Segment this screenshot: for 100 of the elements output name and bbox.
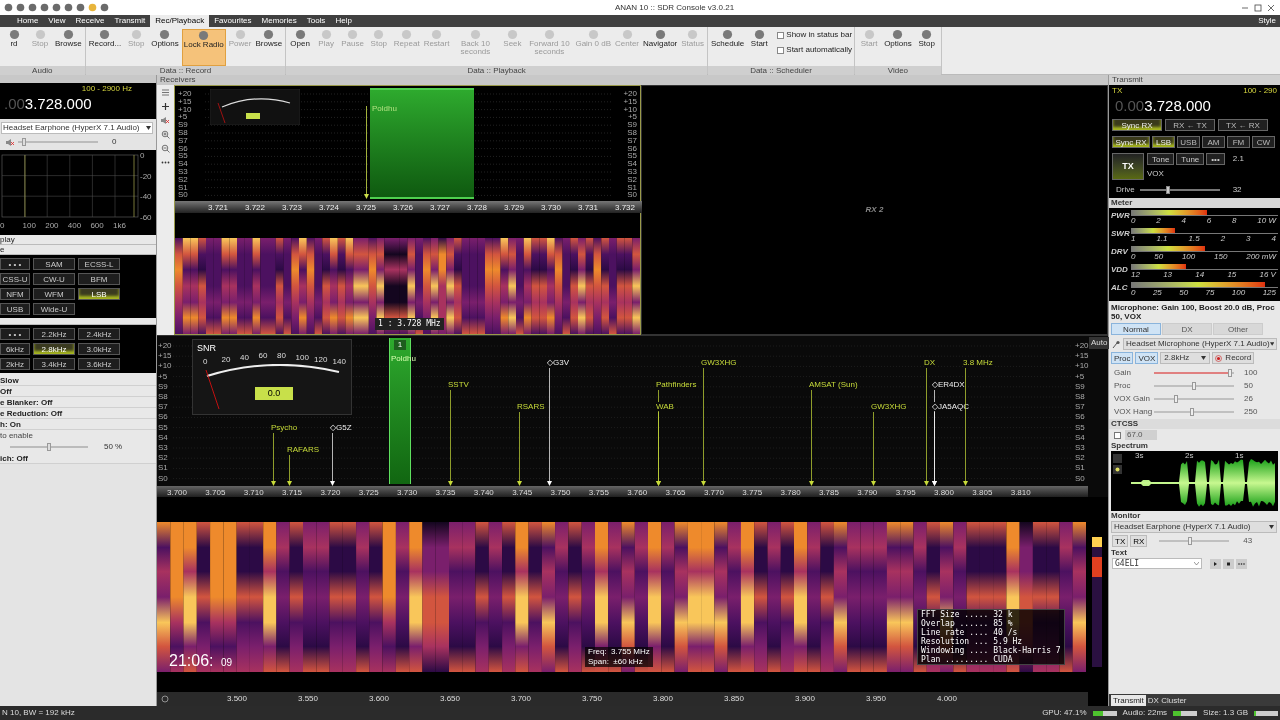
mode-button[interactable]: CW-U (33, 273, 75, 285)
station-label[interactable]: SSTV (448, 380, 469, 389)
tuning-marker-icon[interactable] (364, 106, 369, 201)
mode-button[interactable]: BFM (78, 273, 120, 285)
station-label[interactable]: ◇ER4DX (932, 380, 965, 389)
station-label[interactable]: 3.8 MHz (963, 358, 993, 367)
station-label[interactable]: DX (924, 358, 936, 367)
section-header[interactable]: play (0, 235, 156, 245)
ribbon-button[interactable]: Stop (914, 29, 939, 66)
station-label[interactable]: GW3XHG (701, 358, 737, 367)
menu-tab[interactable]: Transmit (109, 15, 151, 27)
ribbon-button[interactable]: Record... (87, 29, 123, 66)
menu-tab[interactable]: Rec/Playback (150, 15, 210, 27)
toggle-button[interactable]: LSB (1152, 136, 1175, 148)
toggle-button[interactable]: VOX (1135, 352, 1159, 364)
mode-button[interactable]: SAM (33, 258, 75, 270)
checkbox[interactable] (1114, 431, 1121, 439)
toggle-button[interactable]: FM (1227, 136, 1250, 148)
filter-button[interactable]: 2kHz (0, 358, 30, 370)
tone-button[interactable]: ••• (1206, 153, 1225, 165)
setting-row[interactable]: h: On (0, 419, 156, 430)
toggle-button[interactable]: CW (1252, 136, 1275, 148)
zoom-icon[interactable] (161, 695, 169, 703)
mic-tab[interactable]: Normal (1111, 323, 1161, 335)
tone-field[interactable]: 67.0 (1125, 430, 1157, 440)
filter-button[interactable]: 2.4kHz (78, 328, 120, 340)
ribbon-button[interactable]: rd (2, 29, 26, 66)
transmit-button[interactable]: TX (1112, 153, 1144, 180)
setting-row[interactable]: Slow (0, 375, 156, 386)
panel-tab[interactable]: Transmit (1111, 695, 1146, 706)
style-menu[interactable]: Style (1258, 15, 1280, 27)
setting-row[interactable]: ich: Off (0, 453, 156, 464)
mode-button[interactable]: USB (0, 303, 30, 315)
station-label[interactable]: Pathfinders (656, 380, 697, 389)
checkbox[interactable] (777, 31, 785, 39)
text-input-field[interactable]: G4ELI (1112, 558, 1202, 569)
mic-tab[interactable]: DX (1162, 323, 1212, 335)
menu-tab[interactable]: View (43, 15, 71, 27)
station-label[interactable]: AMSAT (Sun) (809, 380, 858, 389)
menu-tab[interactable]: Home (12, 15, 44, 27)
panel-tab[interactable]: DX Cluster (1145, 695, 1189, 706)
tone-button[interactable]: Tune (1176, 153, 1205, 165)
menu-tab[interactable]: Memories (256, 15, 302, 27)
mode-button[interactable]: CSS-U (0, 273, 30, 285)
filter-button[interactable]: 3.0kHz (78, 343, 120, 355)
station-label[interactable]: Psycho (271, 423, 298, 432)
ribbon-button[interactable]: Lock Radio (181, 29, 226, 66)
microphone-dropdown[interactable]: Headset Microphone (HyperX 7.1 Audio) (1123, 338, 1277, 350)
slider-thumb[interactable] (1192, 381, 1196, 390)
plus-icon[interactable] (161, 102, 170, 111)
speaker-muted-icon[interactable] (6, 138, 14, 146)
play-icon[interactable] (1210, 558, 1221, 569)
station-label[interactable]: RAFARS (287, 445, 319, 454)
zoom-out-icon[interactable] (161, 144, 170, 153)
microphone-icon[interactable] (1111, 339, 1121, 349)
setting-row[interactable]: Off (0, 386, 156, 397)
slider-thumb[interactable] (1227, 368, 1232, 377)
ribbon-button[interactable]: Browse (254, 29, 284, 66)
station-label[interactable]: GW3XHG (871, 402, 907, 411)
toggle-button[interactable]: USB (1177, 136, 1200, 148)
ribbon-button[interactable]: Navigator (642, 29, 679, 66)
filter-button[interactable]: 3.4kHz (33, 358, 75, 370)
ribbon-button[interactable]: Options (150, 29, 180, 66)
toggle-button[interactable]: AM (1202, 136, 1225, 148)
maximize-icon[interactable] (1253, 3, 1263, 12)
station-label[interactable]: ◇G3V (547, 358, 569, 367)
toggle-button[interactable]: Sync RX (1112, 136, 1150, 148)
audio-device-dropdown[interactable]: Headset Earphone (HyperX 7.1 Audio) (1, 122, 153, 134)
menu-tab[interactable]: Tools (301, 15, 331, 27)
close-icon[interactable] (1266, 3, 1276, 12)
menu-tab[interactable]: Receive (70, 15, 110, 27)
slider-track[interactable] (1154, 410, 1234, 413)
mode-button[interactable]: ECSS-L (78, 258, 120, 270)
slider-thumb[interactable] (1173, 394, 1178, 403)
station-label[interactable]: ◇G5Z (330, 423, 352, 432)
speaker-muted-icon[interactable] (161, 116, 170, 125)
filter-button[interactable]: 2.8kHz (33, 343, 75, 355)
slider-track[interactable] (1154, 397, 1234, 400)
filter-button[interactable]: 6kHz (0, 343, 30, 355)
menu-icon[interactable] (161, 88, 170, 97)
tone-button[interactable]: Tone (1147, 153, 1175, 165)
ribbon-button[interactable]: Open (288, 29, 313, 66)
slider-thumb[interactable] (1189, 407, 1194, 416)
filter-dropdown[interactable]: 2.8kHz (1160, 352, 1211, 364)
mic-tab[interactable]: Other (1213, 323, 1263, 335)
menu-tab[interactable]: Help (330, 15, 357, 27)
setting-row[interactable]: e Blanker: Off (0, 397, 156, 408)
toggle-button[interactable]: TX ← RX (1218, 119, 1268, 131)
mode-button[interactable]: Wide-U (33, 303, 75, 315)
section-header[interactable]: e (0, 245, 156, 255)
ribbon-button[interactable]: Start (747, 29, 772, 66)
filter-button[interactable]: 3.6kHz (78, 358, 120, 370)
slider-track[interactable] (1154, 384, 1234, 387)
monitor-button[interactable]: TX (1112, 535, 1129, 547)
monitor-button[interactable]: RX (1130, 535, 1148, 547)
toggle-button[interactable]: Sync RX (1112, 119, 1162, 131)
filter-passband[interactable] (370, 88, 474, 199)
mode-button[interactable]: LSB (78, 288, 120, 300)
ribbon-button[interactable]: Options (883, 29, 913, 66)
setting-row[interactable]: e Reduction: Off (0, 408, 156, 419)
